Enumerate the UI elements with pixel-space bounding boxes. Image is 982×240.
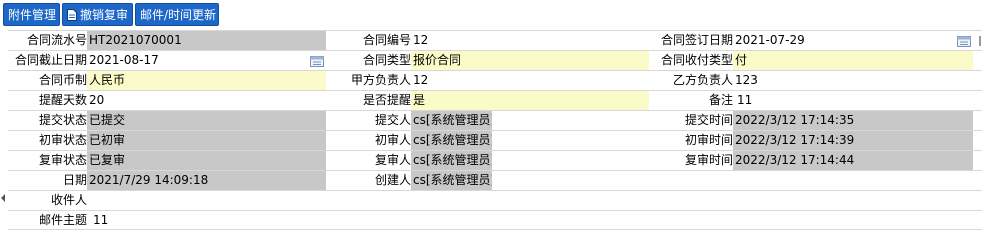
second-review-time-label: 复审时间 [684, 153, 733, 167]
sign-date-label: 合同签订日期 [660, 33, 733, 47]
contract-type-label: 合同类型 [362, 53, 411, 67]
contract-no-field[interactable]: 12 [411, 31, 649, 50]
date-field: 2021/7/29 14:09:18 [87, 171, 326, 190]
submit-time-field: 2022/3/12 17:14:35 [733, 111, 973, 130]
remark-label: 备注 [708, 93, 733, 107]
form-row-5: 提交状态 已提交 提交人 cs[系统管理员] 提交时间 2022/3/12 17… [8, 110, 982, 130]
toolbar: 附件管理 撤销复审 邮件/时间更新 [0, 0, 982, 29]
serial-no-field: HT2021070001 [87, 31, 326, 50]
submit-status-field: 已提交 [87, 111, 326, 130]
calendar-icon[interactable] [310, 54, 324, 67]
revoke-review-label: 撤销复审 [80, 8, 129, 22]
remind-flag-label: 是否提醒 [362, 93, 411, 107]
mail-time-update-button[interactable]: 邮件/时间更新 [135, 3, 219, 26]
first-reviewer-field: cs[系统管理员] [411, 131, 492, 150]
first-review-time-label: 初审时间 [684, 133, 733, 147]
submit-status-label: 提交状态 [38, 113, 87, 127]
sign-date-field[interactable]: 2021-07-29 [733, 31, 973, 50]
submit-time-label: 提交时间 [684, 113, 733, 127]
mail-subject-field[interactable]: 11 [87, 211, 973, 230]
first-review-status-field: 已初审 [87, 131, 326, 150]
second-review-status-field: 已复审 [87, 151, 326, 170]
revoke-review-button[interactable]: 撤销复审 [62, 3, 133, 26]
mail-time-update-label: 邮件/时间更新 [140, 8, 217, 22]
second-reviewer-label: 复审人 [374, 153, 411, 167]
party-a-manager-label: 甲方负责人 [350, 73, 411, 87]
remind-flag-field[interactable]: 是 [411, 91, 649, 110]
creator-field: cs[系统管理员] [411, 171, 492, 190]
form-row-1: 合同流水号 HT2021070001 合同编号 12 合同签订日期 2021-0… [8, 30, 982, 50]
recipient-field[interactable] [87, 191, 973, 210]
end-date-field[interactable]: 2021-08-17 [87, 51, 326, 70]
form-row-6: 初审状态 已初审 初审人 cs[系统管理员] 初审时间 2022/3/12 17… [8, 130, 982, 150]
collapse-arrow-icon[interactable] [0, 192, 6, 204]
form-row-10: 邮件主题 11 [8, 210, 982, 230]
calendar-icon[interactable] [957, 34, 971, 47]
attachment-manage-label: 附件管理 [8, 8, 57, 22]
first-review-status-label: 初审状态 [38, 133, 87, 147]
contract-type-field[interactable]: 报价合同 [411, 51, 649, 70]
currency-field[interactable]: 人民币 [87, 71, 326, 90]
document-icon [67, 8, 77, 21]
date-label: 日期 [62, 173, 87, 187]
serial-no-label: 合同流水号 [26, 33, 87, 47]
sign-date-value: 2021-07-29 [735, 33, 805, 47]
submitter-field: cs[系统管理员] [411, 111, 492, 130]
scroll-marker-icon [978, 35, 982, 46]
party-a-manager-field[interactable]: 12 [411, 71, 649, 90]
mail-subject-label: 邮件主题 [38, 213, 87, 227]
form-row-3: 合同币制 人民币 甲方负责人 12 乙方负责人 123 [8, 70, 982, 90]
end-date-label: 合同截止日期 [14, 53, 87, 67]
second-reviewer-field: cs[系统管理员] [411, 151, 492, 170]
payment-type-label: 合同收付类型 [660, 53, 733, 67]
form-row-7: 复审状态 已复审 复审人 cs[系统管理员] 复审时间 2022/3/12 17… [8, 150, 982, 170]
attachment-manage-button[interactable]: 附件管理 [3, 3, 60, 26]
party-b-manager-label: 乙方负责人 [672, 73, 733, 87]
end-date-value: 2021-08-17 [89, 53, 159, 67]
first-review-time-field: 2022/3/12 17:14:39 [733, 131, 973, 150]
contract-no-label: 合同编号 [362, 33, 411, 47]
remind-days-field[interactable]: 20 [87, 91, 326, 110]
form-row-2: 合同截止日期 2021-08-17 合同类型 报价合同 合同收付类型 付 [8, 50, 982, 70]
remark-field[interactable]: 11 [733, 91, 973, 110]
recipient-label: 收件人 [50, 193, 87, 207]
second-review-time-field: 2022/3/12 17:14:44 [733, 151, 973, 170]
first-reviewer-label: 初审人 [374, 133, 411, 147]
remind-days-label: 提醒天数 [38, 93, 87, 107]
payment-type-field[interactable]: 付 [733, 51, 973, 70]
form-row-4: 提醒天数 20 是否提醒 是 备注 11 [8, 90, 982, 110]
form-row-8: 日期 2021/7/29 14:09:18 创建人 cs[系统管理员] [8, 170, 982, 190]
creator-label: 创建人 [374, 173, 411, 187]
form-row-9: 收件人 [8, 190, 982, 210]
currency-label: 合同币制 [38, 73, 87, 87]
submitter-label: 提交人 [374, 113, 411, 127]
party-b-manager-field[interactable]: 123 [733, 71, 973, 90]
second-review-status-label: 复审状态 [38, 153, 87, 167]
